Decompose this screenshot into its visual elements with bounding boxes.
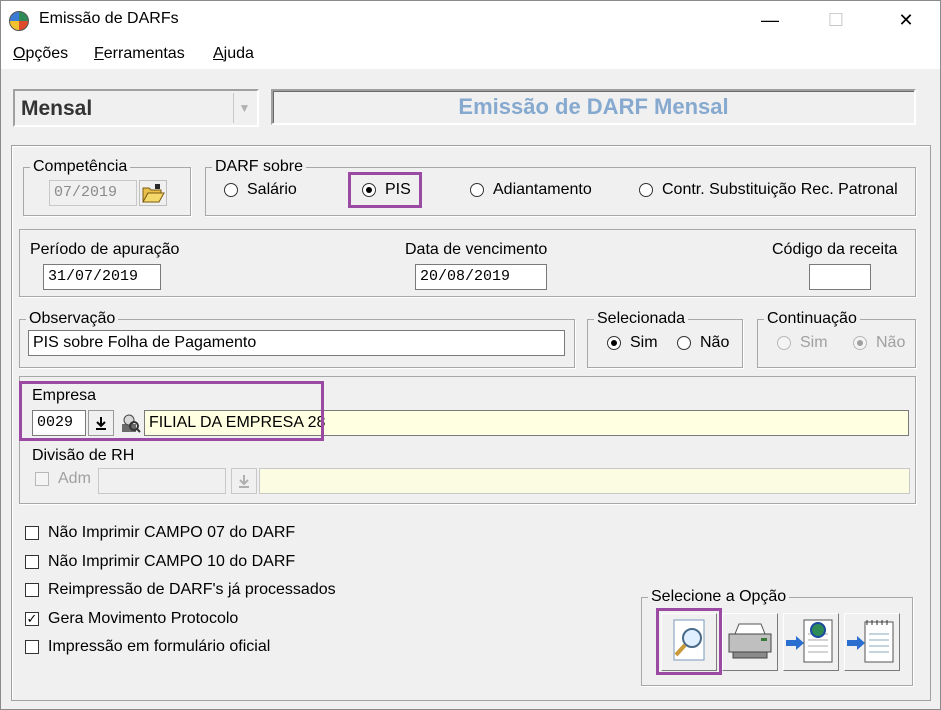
page-title: Emissão de DARF Mensal — [271, 89, 916, 125]
observacao-label: Observação — [29, 310, 116, 327]
periodo-field[interactable]: 31/07/2019 — [43, 264, 161, 290]
radio-selecionada-nao[interactable] — [677, 336, 691, 350]
competencia-field[interactable]: 07/2019 — [49, 180, 137, 206]
check-formulario-oficial-label: Impressão em formulário oficial — [48, 638, 271, 655]
codigo-receita-label: Código da receita — [772, 241, 898, 258]
chevron-down-icon[interactable]: ▼ — [233, 93, 255, 123]
divisao-label: Divisão de RH — [32, 447, 135, 464]
check-reimpressao[interactable] — [25, 583, 39, 597]
check-campo-07-label: Não Imprimir CAMPO 07 do DARF — [48, 524, 296, 541]
check-gera-movimento[interactable]: ✓ — [25, 612, 39, 626]
window-title: Emissão de DARFs — [39, 10, 179, 27]
print-button[interactable] — [722, 613, 778, 671]
darf-sobre-label: DARF sobre — [215, 158, 304, 175]
radio-continuacao-sim-label: Sim — [800, 334, 828, 351]
preview-highlight — [656, 608, 722, 675]
printer-icon — [728, 623, 772, 659]
check-reimpressao-label: Reimpressão de DARF's já processados — [48, 581, 336, 598]
radio-adiantamento-label: Adiantamento — [493, 181, 592, 198]
app-icon — [9, 11, 29, 31]
globe-page-icon — [786, 619, 833, 663]
mode-combo-value: Mensal — [21, 97, 93, 120]
minimize-button[interactable]: — — [747, 1, 793, 39]
menu-ajuda[interactable]: Ajuda — [213, 45, 254, 63]
adm-label: Adm — [58, 470, 91, 487]
maximize-button[interactable]: ☐ — [813, 1, 859, 39]
darf-window: Emissão de DARFs — ☐ ✕ Opções Ferramenta… — [0, 0, 941, 710]
content-area: Mensal ▼ Emissão de DARF Mensal Competên… — [1, 69, 940, 709]
menu-ferramentas[interactable]: Ferramentas — [94, 45, 185, 63]
export-file-button[interactable] — [844, 613, 900, 671]
vencimento-label: Data de vencimento — [405, 241, 548, 258]
radio-selecionada-nao-label: Não — [700, 334, 730, 351]
radio-selecionada-sim[interactable] — [607, 336, 621, 350]
competencia-label: Competência — [33, 158, 128, 175]
radio-continuacao-nao[interactable] — [853, 336, 867, 350]
notepad-icon — [847, 620, 894, 663]
selecione-label: Selecione a Opção — [651, 588, 787, 605]
periodo-label: Período de apuração — [30, 241, 180, 258]
folder-open-icon[interactable] — [139, 180, 167, 206]
export-web-button[interactable] — [783, 613, 839, 671]
check-campo-10[interactable] — [25, 555, 39, 569]
observacao-field[interactable]: PIS sobre Folha de Pagamento — [28, 330, 565, 356]
check-campo-10-label: Não Imprimir CAMPO 10 do DARF — [48, 553, 296, 570]
radio-salario[interactable] — [224, 183, 238, 197]
radio-contr-substituicao-label: Contr. Substituição Rec. Patronal — [662, 181, 898, 198]
divisao-code-field[interactable] — [98, 468, 226, 494]
pis-highlight — [348, 172, 422, 208]
radio-continuacao-nao-label: Não — [876, 334, 906, 351]
radio-adiantamento[interactable] — [470, 183, 484, 197]
close-button[interactable]: ✕ — [883, 1, 929, 39]
divisao-name-field[interactable] — [259, 468, 910, 494]
menu-opcoes[interactable]: Opções — [13, 45, 68, 63]
mode-combo[interactable]: Mensal ▼ — [13, 89, 259, 127]
menu-bar: Opções Ferramentas Ajuda — [1, 39, 940, 69]
radio-salario-label: Salário — [247, 181, 297, 198]
check-gera-movimento-label: Gera Movimento Protocolo — [48, 610, 239, 627]
check-campo-07[interactable] — [25, 526, 39, 540]
empresa-highlight — [19, 381, 324, 441]
codigo-receita-field[interactable] — [809, 264, 871, 290]
radio-selecionada-sim-label: Sim — [630, 334, 658, 351]
title-bar: Emissão de DARFs — ☐ ✕ — [1, 1, 940, 39]
adm-checkbox[interactable] — [35, 472, 49, 486]
vencimento-field[interactable]: 20/08/2019 — [415, 264, 547, 290]
radio-continuacao-sim[interactable] — [777, 336, 791, 350]
continuacao-label: Continuação — [767, 310, 857, 327]
selecionada-label: Selecionada — [597, 310, 686, 327]
check-formulario-oficial[interactable] — [25, 640, 39, 654]
radio-contr-substituicao[interactable] — [639, 183, 653, 197]
divisao-download-icon[interactable] — [231, 468, 257, 494]
